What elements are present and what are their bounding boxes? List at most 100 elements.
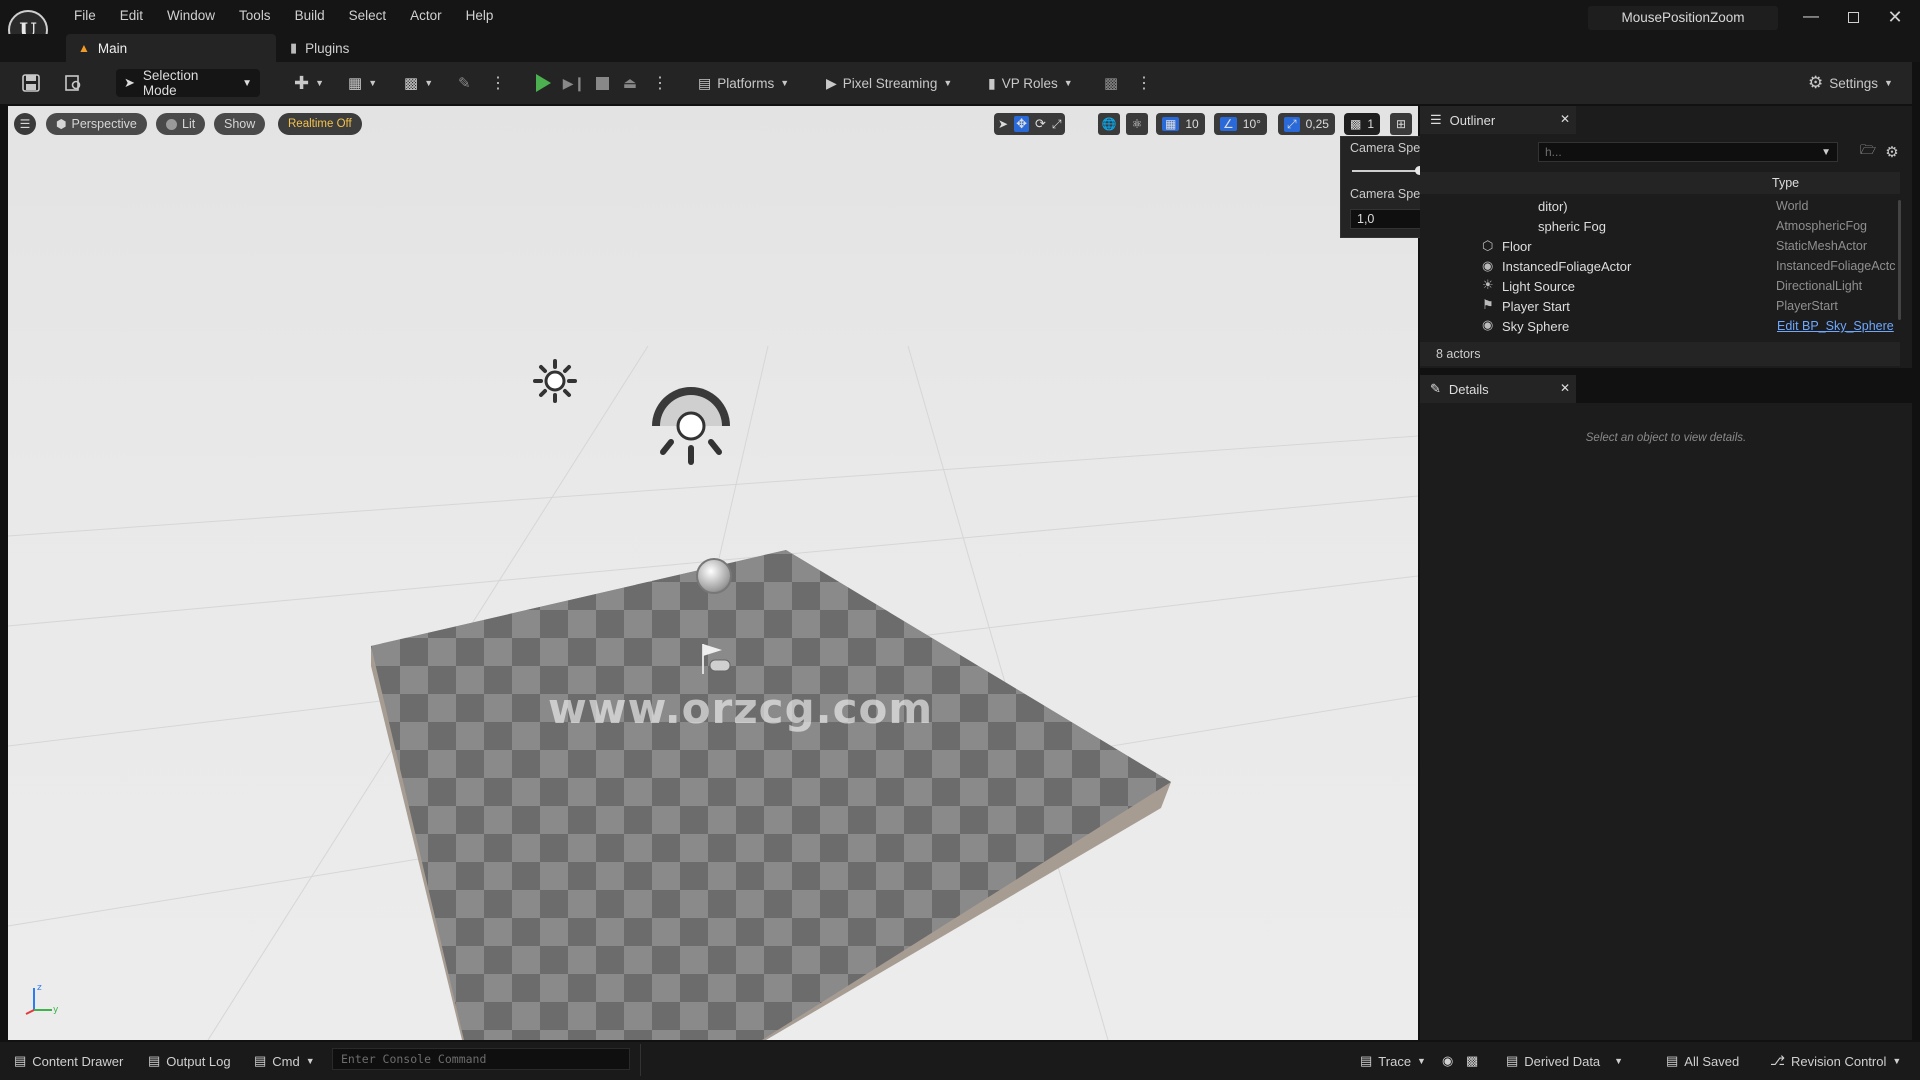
perspective-button[interactable]: ⬢ Perspective	[46, 113, 147, 135]
list-item[interactable]: ⚑ Player Start PlayerStart	[1420, 296, 1900, 316]
grid-snap-control[interactable]: ▦ 10	[1156, 113, 1205, 135]
blueprint-button[interactable]: ▦ ▼	[348, 69, 377, 97]
platforms-label: Platforms	[717, 75, 775, 91]
minimize-button[interactable]: —	[1790, 0, 1832, 34]
show-button[interactable]: Show	[214, 113, 266, 135]
surface-snap-toggle[interactable]: ⚛	[1126, 113, 1148, 135]
translate-tool-icon[interactable]: ✥	[1014, 116, 1029, 132]
rotation-snap-control[interactable]: ∠ 10°	[1214, 113, 1267, 135]
realtime-off-badge[interactable]: Realtime Off	[278, 113, 362, 135]
layout-grid-icon: ⊞	[1395, 117, 1407, 131]
menu-select[interactable]: Select	[337, 0, 399, 34]
menu-build[interactable]: Build	[283, 0, 337, 34]
advance-frame-button[interactable]: ▶❙	[562, 69, 586, 97]
cinematics-button[interactable]: ▩ ▼	[404, 69, 433, 97]
revision-control-dropdown[interactable]: ⎇ Revision Control ▼	[1770, 1050, 1901, 1072]
axis-gizmo-icon: zy	[22, 980, 62, 1016]
close-window-button[interactable]: ✕	[1874, 0, 1916, 34]
platforms-dropdown[interactable]: ▤ Platforms ▼	[698, 69, 789, 97]
chevron-down-icon[interactable]: ▼	[1821, 144, 1831, 162]
scale-snap-control[interactable]: ⤢ 0,25	[1278, 113, 1335, 135]
menu-actor[interactable]: Actor	[398, 0, 454, 34]
sequencer-icon[interactable]: ▩	[1104, 69, 1118, 97]
select-tool-icon[interactable]: ➤	[998, 117, 1008, 131]
tab-details[interactable]: ✎ Details ✕	[1420, 375, 1576, 403]
cmd-dropdown[interactable]: ▤ Cmd ▼	[254, 1050, 315, 1072]
level-viewport[interactable]: www.orzcg.com zy ☰ ⬢ Perspective Lit Sho…	[8, 106, 1418, 1040]
menu-edit[interactable]: Edit	[108, 0, 155, 34]
menu-file[interactable]: File	[62, 0, 108, 34]
settings-dropdown[interactable]: ⚙ Settings ▼	[1808, 69, 1893, 97]
play-options-icon[interactable]: ⋮	[652, 69, 668, 97]
edit-blueprint-link[interactable]: Edit BP_Sky_Sphere	[1777, 319, 1894, 333]
outliner-settings-icon[interactable]: ⚙	[1882, 142, 1902, 162]
list-item[interactable]: spheric Fog AtmosphericFog	[1420, 216, 1900, 236]
tab-main[interactable]: ▲ Main	[66, 34, 276, 62]
stop-button[interactable]	[590, 69, 614, 97]
actor-type: StaticMeshActor	[1776, 239, 1868, 253]
toolbar-more-icon[interactable]: ⋮	[1136, 69, 1152, 97]
close-icon[interactable]: ✕	[1560, 381, 1570, 395]
settings-label: Settings	[1829, 75, 1879, 91]
trace-dropdown[interactable]: ▤ Trace ▼	[1360, 1050, 1426, 1072]
rotate-tool-icon[interactable]: ⟳	[1035, 116, 1046, 132]
lit-button[interactable]: Lit	[156, 113, 206, 135]
list-item[interactable]: ☀ Light Source DirectionalLight	[1420, 276, 1900, 296]
chevron-down-icon: ▼	[1892, 1056, 1902, 1066]
outliner-scrollbar[interactable]	[1898, 200, 1901, 320]
scale-snap-value: 0,25	[1305, 117, 1329, 131]
right-edge	[1912, 62, 1920, 1042]
play-button[interactable]	[530, 69, 556, 97]
viewport-menu-button[interactable]: ☰	[14, 113, 36, 135]
list-item[interactable]: ◉ Sky Sphere Edit BP_Sky_Sphere	[1420, 316, 1900, 336]
tab-plugins[interactable]: ▮ Plugins	[286, 34, 349, 62]
menu-help[interactable]: Help	[454, 0, 506, 34]
browse-content-icon[interactable]	[62, 72, 84, 94]
divider	[640, 1044, 641, 1076]
outliner-search-input[interactable]: h... ▼	[1538, 142, 1838, 162]
vp-roles-dropdown[interactable]: ▮ VP Roles ▼	[988, 69, 1073, 97]
details-panel	[1420, 403, 1912, 1040]
svg-text:y: y	[53, 1005, 59, 1015]
eject-button[interactable]: ⏏	[618, 69, 642, 97]
scale-tool-icon[interactable]: ⤢	[1052, 117, 1062, 132]
world-local-toggle[interactable]: 🌐	[1098, 113, 1120, 135]
modes-button[interactable]: ✎	[458, 69, 471, 97]
maximize-button[interactable]	[1832, 0, 1874, 34]
actor-type: World	[1776, 199, 1809, 213]
menu-bar: File Edit Window Tools Build Select Acto…	[62, 0, 505, 34]
show-label: Show	[224, 117, 256, 131]
tab-outliner[interactable]: ☰ Outliner ✕	[1420, 106, 1576, 134]
all-saved-button[interactable]: ▤ All Saved	[1666, 1050, 1739, 1072]
list-item[interactable]: ditor) World	[1420, 196, 1900, 216]
output-log-button[interactable]: ▤ Output Log	[148, 1050, 231, 1072]
content-drawer-button[interactable]: ▤ Content Drawer	[14, 1050, 123, 1072]
screenshot-icon[interactable]: ▩	[1466, 1050, 1478, 1072]
plugin-icon: ▮	[290, 40, 298, 55]
derived-data-dropdown[interactable]: ▤ Derived Data ▼	[1506, 1050, 1623, 1072]
selection-mode-dropdown[interactable]: ➤ Selection Mode ▼	[116, 68, 260, 98]
all-saved-label: All Saved	[1684, 1053, 1740, 1069]
list-item[interactable]: ⬡ Floor StaticMeshActor	[1420, 236, 1900, 256]
close-icon[interactable]: ✕	[1560, 112, 1570, 126]
camera-speed-button[interactable]: ▩ 1	[1344, 113, 1381, 135]
viewport-layout-button[interactable]: ⊞	[1390, 113, 1412, 135]
column-header-type[interactable]: Type	[1772, 176, 1799, 190]
menu-tools[interactable]: Tools	[227, 0, 283, 34]
menu-window[interactable]: Window	[155, 0, 227, 34]
pixel-streaming-dropdown[interactable]: ▶ Pixel Streaming ▼	[826, 69, 952, 97]
add-folder-icon[interactable]: 🗁	[1858, 142, 1878, 162]
save-icon[interactable]	[20, 72, 42, 94]
record-icon[interactable]: ◉	[1442, 1050, 1453, 1072]
chevron-down-icon: ▼	[368, 78, 378, 88]
lit-sphere-icon	[166, 118, 177, 130]
console-command-input[interactable]: Enter Console Command	[332, 1048, 630, 1070]
camera-icon: ▩	[1350, 117, 1362, 131]
eject-icon: ⏏	[622, 75, 638, 92]
vp-roles-icon: ▮	[988, 74, 996, 91]
add-actor-button[interactable]: ✚ ▼	[294, 69, 324, 97]
more-options-icon[interactable]: ⋮	[490, 69, 506, 97]
outliner-header: Type	[1420, 172, 1900, 194]
actor-type: DirectionalLight	[1776, 279, 1863, 293]
list-item[interactable]: ◉ InstancedFoliageActor InstancedFoliage…	[1420, 256, 1900, 276]
